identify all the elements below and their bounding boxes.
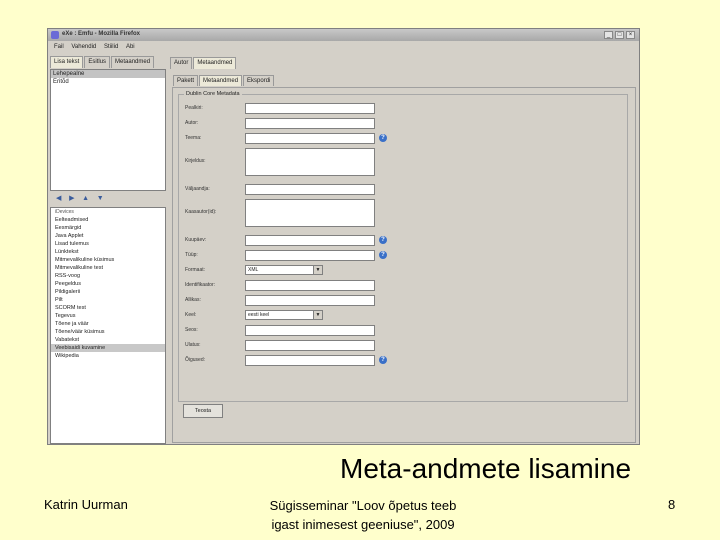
field-label: Allikas: <box>185 297 201 303</box>
field-label: Ulatus: <box>185 342 201 348</box>
list-item[interactable]: Tõene/väär küsimus <box>51 328 165 336</box>
field-input[interactable] <box>245 103 375 114</box>
dublin-core-group: Dublin Core Metadata Pealkiri: Autor: Teem… <box>178 91 628 402</box>
move-down-icon[interactable]: ▼ <box>97 195 104 202</box>
tree-item[interactable]: Lehepealne <box>51 70 165 78</box>
menu-help[interactable]: Abi <box>126 42 135 53</box>
field-input[interactable] <box>245 184 375 195</box>
group-title: Dublin Core Metadata <box>184 91 242 97</box>
select-value: XML <box>248 267 259 273</box>
menu-styles[interactable]: Stiilid <box>104 42 118 53</box>
field-input[interactable] <box>245 235 375 246</box>
help-icon[interactable]: ? <box>379 251 387 259</box>
field-input[interactable] <box>245 250 375 261</box>
list-item[interactable]: Mitmevalikuline test <box>51 264 165 272</box>
field-label: Pealkiri: <box>185 105 203 111</box>
tab-author[interactable]: Autor <box>170 57 193 69</box>
outline-tree: Lehepealne Eritõd <box>50 69 166 191</box>
field-input[interactable] <box>245 295 375 306</box>
field-label: Keel: <box>185 312 197 318</box>
chevron-down-icon[interactable]: ▼ <box>313 311 322 319</box>
field-label: Teema: <box>185 135 202 141</box>
list-item[interactable]: Java Applet <box>51 232 165 240</box>
tab-metadata-left[interactable]: Metaandmed <box>111 56 155 68</box>
field-label: Formaat: <box>185 267 206 273</box>
right-pane: Autor Metaandmed Pakett Metaandmed Ekspo… <box>170 57 638 443</box>
metadata-panel: Dublin Core Metadata Pealkiri: Autor: Teem… <box>172 87 636 443</box>
minimize-button[interactable]: _ <box>604 31 613 39</box>
idevice-list: iDevices Eelteadmised Eesmärgid Java Apple… <box>50 207 166 444</box>
field-label: Identifikaator: <box>185 282 216 288</box>
list-item[interactable]: Tõene ja väär <box>51 320 165 328</box>
help-icon[interactable]: ? <box>379 236 387 244</box>
list-item[interactable]: Veebisaidi kuvamine <box>51 344 165 352</box>
move-up-icon[interactable]: ▲ <box>82 195 89 202</box>
demote-icon[interactable]: ▶ <box>69 194 74 202</box>
field-select[interactable]: XML ▼ <box>245 265 323 275</box>
outline-toolbar: ◀ ▶ ▲ ▼ <box>50 194 166 205</box>
list-item[interactable]: SCORM test <box>51 304 165 312</box>
window-titlebar: eXe : Emfu - Mozilla Firefox _ □ × <box>48 29 639 41</box>
field-label: Õigused: <box>185 357 206 363</box>
tab-metadata-top[interactable]: Metaandmed <box>193 57 237 69</box>
left-tabs: Lisa tekst Esitlus Metaandmed <box>50 56 166 68</box>
field-select[interactable]: eesti keel ▼ <box>245 310 323 320</box>
list-item[interactable]: Pilt <box>51 296 165 304</box>
promote-icon[interactable]: ◀ <box>56 194 61 202</box>
menu-file[interactable]: Fail <box>54 42 64 53</box>
page-number: 8 <box>668 497 676 512</box>
idevice-list-header: iDevices <box>55 209 74 215</box>
field-label: Väljaandja: <box>185 186 210 192</box>
tab-add-text[interactable]: Lisa tekst <box>50 56 84 68</box>
field-textarea[interactable] <box>245 199 375 227</box>
select-value: eesti keel <box>248 312 270 318</box>
field-label: Autor: <box>185 120 199 126</box>
field-label: Kuupäev: <box>185 237 207 243</box>
footer-center: Sügisseminar "Loov õpetus teeb igast ini… <box>258 496 468 534</box>
footer-center-line1: Sügisseminar "Loov õpetus teeb <box>269 498 457 513</box>
field-label: Tüüp: <box>185 252 198 258</box>
list-item[interactable]: Wikipedia <box>51 352 165 360</box>
tab-package[interactable]: Pakett <box>173 75 199 86</box>
list-item[interactable]: RSS-voog <box>51 272 165 280</box>
close-button[interactable]: × <box>626 31 635 39</box>
field-input[interactable] <box>245 355 375 366</box>
app-icon <box>51 31 59 39</box>
list-item[interactable]: Tegevus <box>51 312 165 320</box>
list-item[interactable]: Peegeldus <box>51 280 165 288</box>
slide-title: Meta-andmete lisamine <box>340 453 632 484</box>
list-item[interactable]: Vabatekst <box>51 336 165 344</box>
field-input[interactable] <box>245 325 375 336</box>
field-input[interactable] <box>245 118 375 129</box>
field-label: Kaasautor(id): <box>185 209 217 215</box>
field-label: Seos: <box>185 327 198 333</box>
help-icon[interactable]: ? <box>379 134 387 142</box>
footer-author: Katrin Uurman <box>44 497 128 512</box>
window-title: eXe : Emfu - Mozilla Firefox <box>62 31 141 37</box>
tab-metadata[interactable]: Metaandmed <box>199 75 243 86</box>
footer-center-line2: igast inimesest geeniuse", 2009 <box>271 517 455 532</box>
tab-export[interactable]: Ekspordi <box>243 75 275 86</box>
list-item[interactable]: Mitmevalikuline küsimus <box>51 256 165 264</box>
menubar: Fail Vahendid Stiilid Abi <box>48 42 639 53</box>
chevron-down-icon[interactable]: ▼ <box>313 266 322 274</box>
list-item[interactable]: Lünktekst <box>51 248 165 256</box>
field-input[interactable] <box>245 280 375 291</box>
tab-presentation[interactable]: Esitlus <box>84 56 111 68</box>
list-item[interactable]: Lisad tulemus <box>51 240 165 248</box>
list-item[interactable]: Eesmärgid <box>51 224 165 232</box>
menu-tools[interactable]: Vahendid <box>71 42 96 53</box>
field-label: Kirjeldus: <box>185 158 206 164</box>
maximize-button[interactable]: □ <box>615 31 624 39</box>
ok-button[interactable]: Teosta <box>183 404 223 418</box>
list-item[interactable]: Pildigalerii <box>51 288 165 296</box>
tree-item[interactable]: Eritõd <box>51 78 165 86</box>
help-icon[interactable]: ? <box>379 356 387 364</box>
field-input[interactable] <box>245 340 375 351</box>
field-input[interactable] <box>245 133 375 144</box>
field-textarea[interactable] <box>245 148 375 176</box>
list-item[interactable]: Eelteadmised <box>51 216 165 224</box>
app-screenshot: eXe : Emfu - Mozilla Firefox _ □ × Fail … <box>47 28 640 445</box>
